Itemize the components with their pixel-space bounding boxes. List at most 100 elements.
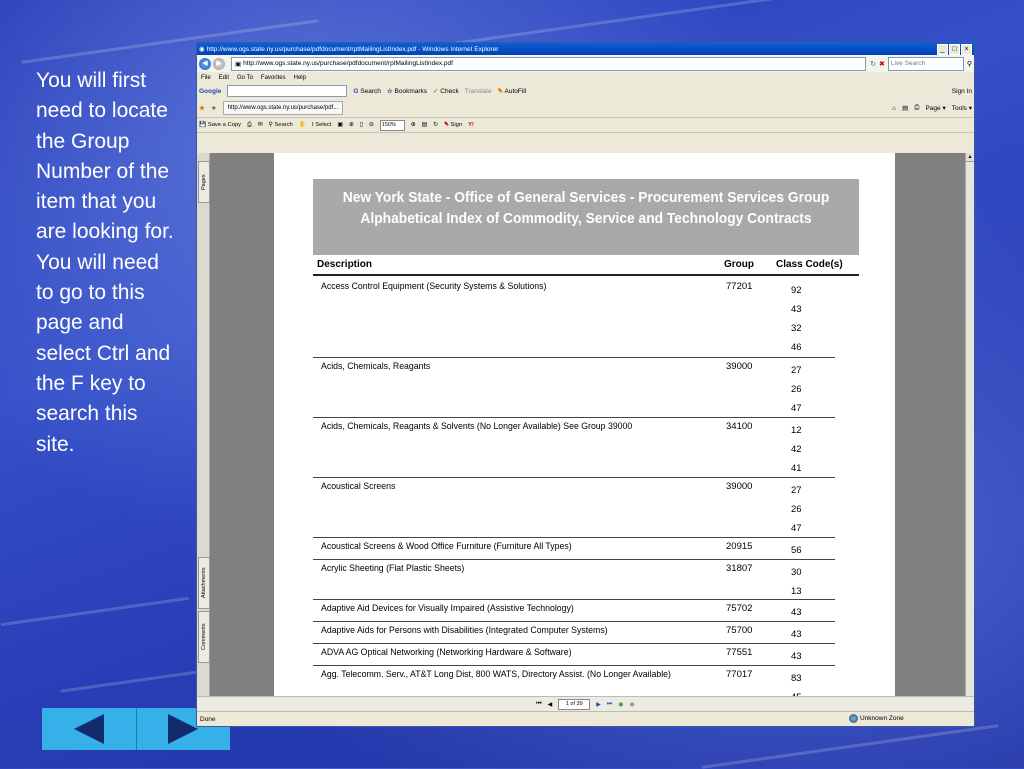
save-copy-label: Save a Copy [207, 122, 242, 128]
previous-slide-button[interactable] [42, 708, 137, 750]
menu-favorites[interactable]: Favorites [261, 75, 286, 81]
browser-titlebar: ◉ http://www.ogs.state.ny.us/purchase/pd… [197, 43, 974, 55]
scroll-up-arrow[interactable]: ▴ [966, 153, 974, 162]
google-search-button[interactable]: G Search [353, 88, 380, 95]
triangle-right-icon [168, 714, 199, 744]
browser-tab[interactable]: http://www.ogs.state.ny.us/purchase/pdf.… [222, 101, 344, 115]
last-page-icon[interactable]: ⏭ [607, 701, 612, 708]
favorites-bar: ★ ★ http://www.ogs.state.ny.us/purchase/… [197, 99, 974, 117]
tools-menu[interactable]: Tools ▾ [952, 104, 972, 112]
class-code: 47 [791, 523, 802, 534]
row-group: 31807 [726, 563, 753, 574]
zoom-out-icon[interactable]: ⊖ [369, 122, 374, 128]
class-code: 45 [791, 688, 802, 696]
menu-bar: File Edit Go To Favorites Help [197, 72, 974, 83]
check-button[interactable]: ✓ Check [433, 87, 459, 95]
sign-in-label: Sign In [951, 87, 972, 95]
close-window-button[interactable]: × [961, 43, 972, 55]
zoom-in-plus-icon[interactable]: ⊕ [411, 122, 416, 128]
sign-button[interactable]: ✎ Sign [444, 122, 462, 128]
browser-window: ◉ http://www.ogs.state.ny.us/purchase/pd… [196, 42, 975, 727]
hand-tool-icon[interactable]: ✋ [299, 122, 306, 128]
search-placeholder: Live Search [890, 60, 926, 67]
next-view-icon[interactable]: ◉ [630, 701, 635, 708]
select-tool-button[interactable]: I Select [312, 122, 331, 128]
zoom-level-select[interactable]: 150% [379, 119, 405, 131]
header-divider [313, 274, 859, 276]
address-input[interactable]: ▣ http://www.ogs.state.ny.us/purchase/pd… [231, 56, 867, 71]
print-icon[interactable]: ⎙ [914, 104, 919, 112]
next-page-icon[interactable]: ▶ [596, 701, 601, 708]
row-group: 77551 [726, 647, 753, 658]
save-copy-button[interactable]: 💾 Save a Copy [199, 122, 241, 128]
page-layout-icon[interactable]: ▤ [422, 122, 427, 128]
pdf-search-button[interactable]: ⚲ Search [269, 122, 293, 128]
slide-instruction-text: You will first need to locate the Group … [36, 69, 174, 456]
search-input[interactable]: Live Search [887, 56, 964, 71]
google-search-input[interactable] [227, 85, 348, 97]
menu-file[interactable]: File [201, 75, 211, 81]
browser-status-bar: Done Unknown Zone [197, 711, 974, 726]
email-icon[interactable]: ✉ [258, 122, 263, 128]
maximize-button[interactable]: □ [949, 43, 960, 55]
tools-menu-label: Tools [951, 105, 967, 112]
row-group: 77201 [726, 281, 753, 292]
zone-text: Unknown Zone [860, 715, 904, 722]
attachments-tab-label: Attachments [201, 567, 207, 599]
table-row: Acids, Chemicals, Reagants 39000 27 26 47 [313, 357, 835, 418]
document-header: New York State - Office of General Servi… [313, 179, 859, 255]
snapshot-icon[interactable]: ▣ [337, 122, 342, 128]
menu-go-to[interactable]: Go To [237, 75, 253, 81]
row-description: Acids, Chemicals, Reagants [321, 361, 431, 372]
pdf-search-label: Search [274, 122, 293, 128]
description-column-header: Description [317, 259, 373, 270]
row-description: Acoustical Screens [321, 481, 396, 492]
menu-edit[interactable]: Edit [219, 75, 229, 81]
menu-help[interactable]: Help [294, 75, 306, 81]
document-title-line2: Alphabetical Index of Commodity, Service… [360, 210, 812, 227]
comments-tab[interactable]: Comments [198, 611, 210, 663]
translate-label: Translate [464, 87, 492, 95]
page-menu[interactable]: Page ▾ [925, 104, 945, 112]
ie-icon: ◉ [199, 46, 205, 53]
pages-tab[interactable]: Pages [198, 161, 210, 203]
search-icon[interactable]: ⚲ [967, 60, 972, 68]
row-class-codes: 27 26 47 [791, 361, 802, 418]
zoom-in-icon[interactable]: ⊕ [349, 122, 354, 128]
translate-button[interactable]: Translate [465, 88, 492, 95]
favorites-star-icon[interactable]: ★ [199, 104, 205, 112]
first-page-icon[interactable]: ⏮ [536, 701, 541, 708]
bookmarks-button[interactable]: ☆ Bookmarks [387, 87, 427, 95]
stop-icon[interactable]: ✖ [879, 60, 885, 68]
vertical-scrollbar[interactable]: ▴ [965, 153, 974, 696]
class-code: 42 [791, 444, 802, 455]
row-description: Acids, Chemicals, Reagants & Solvents (N… [321, 421, 633, 432]
forward-button[interactable]: ▶ [213, 57, 225, 70]
rotate-icon[interactable]: ↻ [433, 122, 438, 128]
check-label: Check [440, 88, 459, 95]
sign-in-button[interactable]: Sign In [952, 88, 972, 95]
page-number-input[interactable]: 1 of 39 [558, 698, 591, 710]
globe-icon [849, 714, 858, 723]
yahoo-icon[interactable]: Y! [468, 122, 474, 128]
class-code: 47 [791, 403, 802, 414]
previous-page-icon[interactable]: ◀ [548, 701, 553, 708]
back-button[interactable]: ◀ [199, 57, 211, 70]
feeds-icon[interactable]: ▤ [902, 104, 908, 112]
minimize-button[interactable]: _ [937, 43, 948, 55]
previous-view-icon[interactable]: ◉ [618, 701, 623, 708]
refresh-icon[interactable]: ↻ [870, 60, 876, 68]
pdf-page: New York State - Office of General Servi… [274, 153, 895, 696]
attachments-tab[interactable]: Attachments [198, 557, 210, 609]
class-code: 30 [791, 567, 802, 578]
row-class-codes: 43 [791, 647, 802, 666]
home-icon[interactable]: ⌂ [892, 105, 896, 112]
fit-page-icon[interactable]: ▯ [360, 122, 363, 128]
autofill-button[interactable]: ✎ AutoFill [498, 87, 527, 95]
address-bar-row: ◀ ▶ ▣ http://www.ogs.state.ny.us/purchas… [197, 55, 974, 72]
background-streak [60, 670, 200, 693]
pdf-toolbar: 💾 Save a Copy ⎙ ✉ ⚲ Search ✋ I Select ▣ … [197, 117, 974, 133]
row-description: Acrylic Sheeting (Flat Plastic Sheets) [321, 563, 465, 574]
print-pdf-icon[interactable]: ⎙ [247, 122, 252, 129]
add-favorite-icon[interactable]: ★ [211, 104, 217, 112]
